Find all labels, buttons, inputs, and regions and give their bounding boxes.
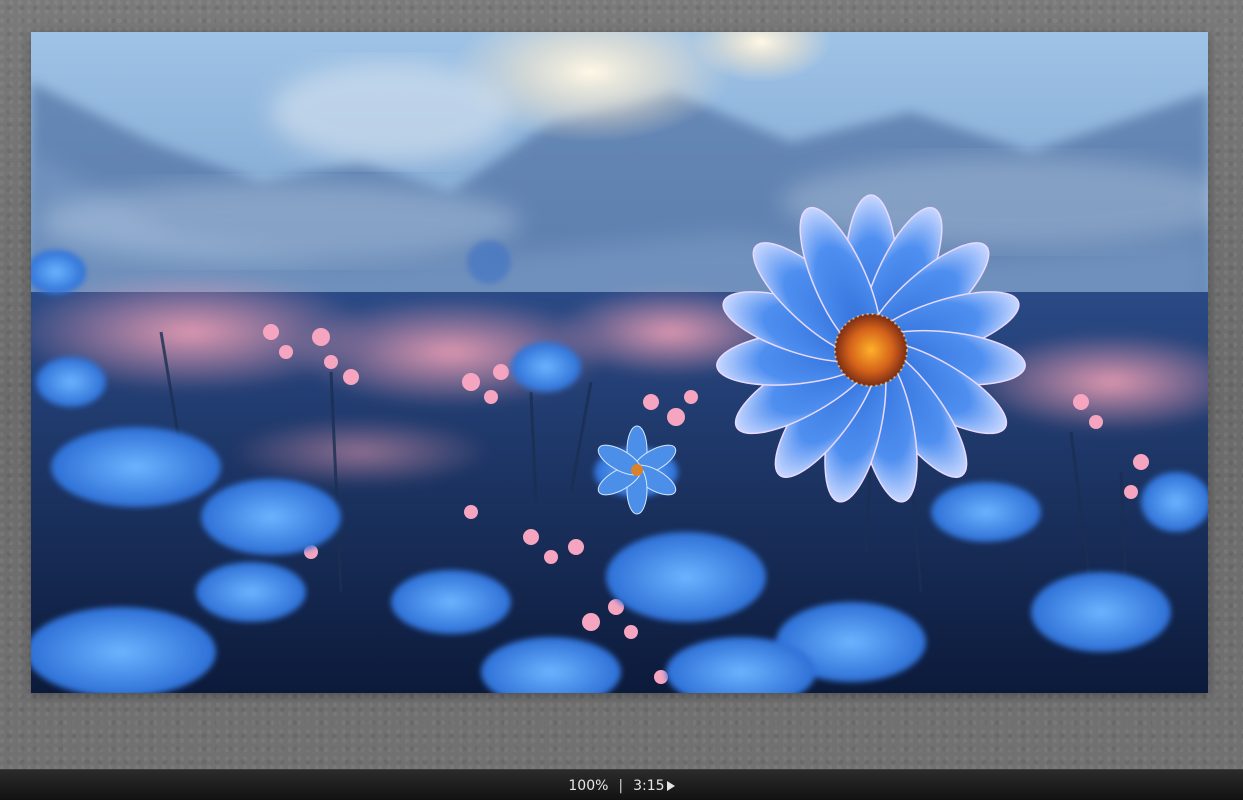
slideshow-duration: 3:15 (633, 777, 665, 794)
displayed-photo[interactable] (31, 32, 1208, 693)
flower-field-image (31, 32, 1208, 693)
status-separator: | (618, 777, 624, 794)
image-viewer: 100% | 3:15 (0, 0, 1243, 800)
viewer-status-bar: 100% | 3:15 (0, 769, 1243, 800)
slideshow-controls: 3:15 (633, 777, 675, 794)
play-icon[interactable] (666, 780, 675, 791)
zoom-level[interactable]: 100% (568, 778, 608, 794)
